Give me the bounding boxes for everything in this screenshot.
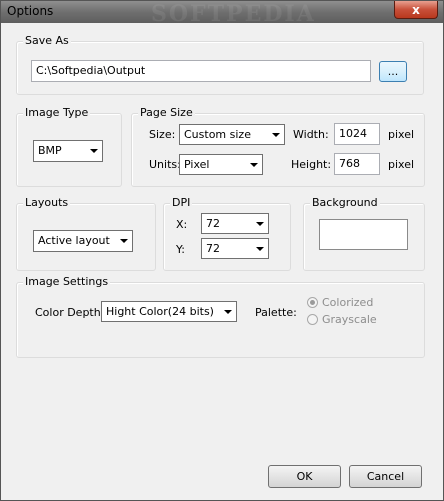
grayscale-radio[interactable] [307,314,318,325]
chevron-down-icon [120,239,128,243]
options-window: Options SOFTPEDIA x Save As C:\Softpedia… [0,0,444,501]
color-depth-select[interactable]: Hight Color(24 bits) [101,301,237,322]
color-depth-value: Hight Color(24 bits) [106,305,214,318]
image-type-group: Image Type BMP [16,106,122,187]
layouts-legend: Layouts [23,196,71,209]
layouts-value: Active layout [38,234,110,247]
ok-button[interactable]: OK [268,465,341,488]
dpi-y-select[interactable]: 72 [201,238,269,259]
title-bar[interactable]: Options SOFTPEDIA x [1,1,443,27]
chevron-down-icon [224,310,232,314]
background-legend: Background [310,196,380,209]
layouts-select[interactable]: Active layout [33,230,133,252]
grayscale-label: Grayscale [322,313,377,326]
units-value: Pixel [184,158,210,171]
dpi-x-select[interactable]: 72 [201,213,269,234]
width-field[interactable]: 1024 [334,123,380,145]
width-unit: pixel [388,128,415,141]
save-as-group: Save As C:\Softpedia\Output ... [16,34,424,95]
height-unit: pixel [388,158,415,171]
image-type-value: BMP [38,144,62,157]
window-title: Options [7,4,54,18]
dpi-y-label: Y: [176,243,185,256]
background-group: Background [303,196,425,271]
chevron-down-icon [90,149,98,153]
size-select[interactable]: Custom size [179,124,285,145]
color-depth-label: Color Depth: [35,306,105,319]
dpi-legend: DPI [170,196,193,209]
units-label: Units: [149,158,181,171]
cancel-button[interactable]: Cancel [349,465,422,488]
palette-label: Palette: [255,306,297,319]
width-label: Width: [293,128,329,141]
image-settings-legend: Image Settings [23,275,111,288]
size-value: Custom size [184,128,251,141]
units-select[interactable]: Pixel [179,154,263,175]
close-button[interactable]: x [394,1,438,19]
chevron-down-icon [272,133,280,137]
colorized-radio[interactable] [307,297,318,308]
save-as-legend: Save As [23,34,71,47]
height-label: Height: [291,158,332,171]
image-settings-group: Image Settings Color Depth: Hight Color(… [16,275,425,358]
browse-button[interactable]: ... [379,61,407,82]
chevron-down-icon [256,247,264,251]
size-label: Size: [149,128,176,141]
page-size-legend: Page Size [138,106,195,119]
image-type-legend: Image Type [23,106,91,119]
colorized-label: Colorized [322,296,374,309]
background-color-swatch[interactable] [319,219,408,250]
close-icon: x [412,2,420,17]
image-type-select[interactable]: BMP [33,140,103,162]
height-field[interactable]: 768 [334,153,380,175]
dpi-y-value: 72 [206,242,220,255]
dpi-x-label: X: [176,218,188,231]
dpi-group: DPI X: 72 Y: 72 [163,196,291,271]
output-path-field[interactable]: C:\Softpedia\Output [31,60,371,82]
page-size-group: Page Size Size: Custom size Width: 1024 … [131,106,425,187]
chevron-down-icon [256,222,264,226]
dpi-x-value: 72 [206,217,220,230]
dialog-body: Save As C:\Softpedia\Output ... Image Ty… [6,23,438,495]
chevron-down-icon [250,163,258,167]
layouts-group: Layouts Active layout [16,196,156,271]
